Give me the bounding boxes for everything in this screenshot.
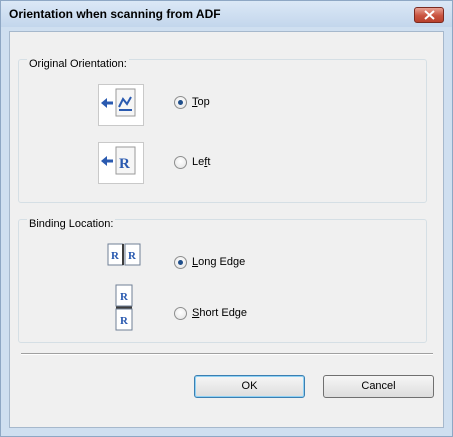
long-edge-radio[interactable] [174, 256, 187, 269]
left-label[interactable]: Left [192, 156, 210, 168]
short-edge-radio[interactable] [174, 307, 187, 320]
left-radio[interactable] [174, 156, 187, 169]
left-label-rest: t [207, 156, 211, 168]
long-edge-binding-icon: R R [107, 242, 141, 268]
r-glyph: R [111, 250, 120, 262]
short-edge-label-rest: hort Edge [199, 307, 248, 319]
left-label-before: Le [192, 156, 205, 168]
top-label-rest: op [197, 96, 210, 108]
button-separator [21, 353, 433, 355]
r-glyph: R [120, 291, 129, 303]
original-orientation-label: Original Orientation: [27, 58, 129, 70]
short-edge-label[interactable]: Short Edge [192, 307, 247, 319]
top-label[interactable]: Top [192, 96, 210, 108]
r-glyph: R [119, 156, 130, 172]
dialog-title: Orientation when scanning from ADF [9, 7, 221, 21]
binding-location-label: Binding Location: [27, 218, 116, 230]
close-button[interactable] [414, 7, 444, 23]
ok-button[interactable]: OK [194, 375, 305, 398]
title-bar[interactable]: Orientation when scanning from ADF [1, 1, 452, 27]
feed-left-icon: R [98, 142, 144, 184]
r-glyph: R [120, 315, 129, 327]
feed-top-icon [98, 84, 144, 126]
long-edge-label-rest: ong Edge [198, 256, 246, 268]
close-icon [424, 10, 435, 20]
binding-location-group: Binding Location: R R Long Edge R R Shor… [18, 218, 427, 343]
original-orientation-group: Original Orientation: Top R Left [18, 58, 427, 203]
long-edge-label[interactable]: Long Edge [192, 256, 245, 268]
top-radio[interactable] [174, 96, 187, 109]
dialog-window: Orientation when scanning from ADF Origi… [0, 0, 453, 437]
short-edge-binding-icon: R R [114, 284, 134, 332]
cancel-button[interactable]: Cancel [323, 375, 434, 398]
r-glyph: R [128, 250, 137, 262]
